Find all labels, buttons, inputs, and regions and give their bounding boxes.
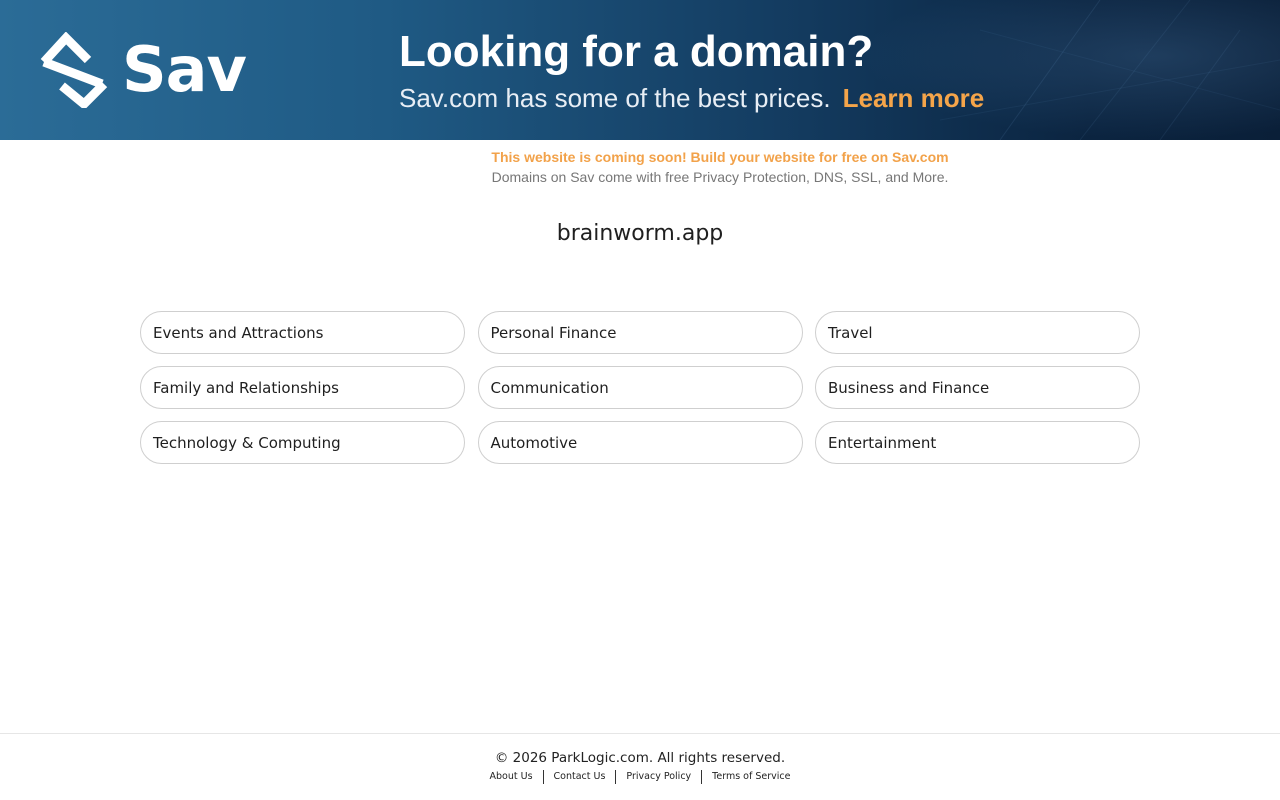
footer-links: About Us Contact Us Privacy Policy Terms… [0,770,1280,784]
category-button[interactable]: Events and Attractions [140,311,465,354]
category-button[interactable]: Business and Finance [815,366,1140,409]
domain-title: brainworm.app [556,221,724,246]
category-button[interactable]: Automotive [477,421,803,464]
banner-background-lines [939,0,1280,140]
contact-us-link[interactable]: Contact Us [544,770,616,784]
privacy-policy-link[interactable]: Privacy Policy [616,770,701,784]
promo-title[interactable]: This website is coming soon! Build your … [160,149,1280,165]
logo-wordmark: Sav [122,33,247,106]
terms-of-service-link[interactable]: Terms of Service [702,770,800,784]
category-button[interactable]: Entertainment [815,421,1140,464]
promo-banner[interactable]: Sav Looking for a domain? Sav.com has so… [0,0,1280,140]
category-grid: Events and Attractions Personal Finance … [140,311,1140,464]
category-button[interactable]: Personal Finance [477,311,803,354]
category-button[interactable]: Communication [477,366,803,409]
promo-notice: This website is coming soon! Build your … [0,149,1280,187]
category-button[interactable]: Travel [815,311,1140,354]
category-button[interactable]: Family and Relationships [140,366,465,409]
category-button[interactable]: Technology & Computing [140,421,465,464]
banner-subline-text: Sav.com has some of the best prices. [399,83,831,113]
copyright-text: © 2026 ParkLogic.com. All rights reserve… [494,750,786,766]
banner-headline: Looking for a domain? [399,27,874,76]
banner-subline: Sav.com has some of the best prices. Lear… [399,82,984,114]
footer: © 2026 ParkLogic.com. All rights reserve… [0,733,1280,800]
promo-subtitle: Domains on Sav come with free Privacy Pr… [491,169,949,185]
learn-more-link[interactable]: Learn more [843,83,985,113]
sav-logo[interactable]: Sav [40,32,247,108]
sav-logo-icon [40,32,108,108]
about-us-link[interactable]: About Us [480,770,543,784]
